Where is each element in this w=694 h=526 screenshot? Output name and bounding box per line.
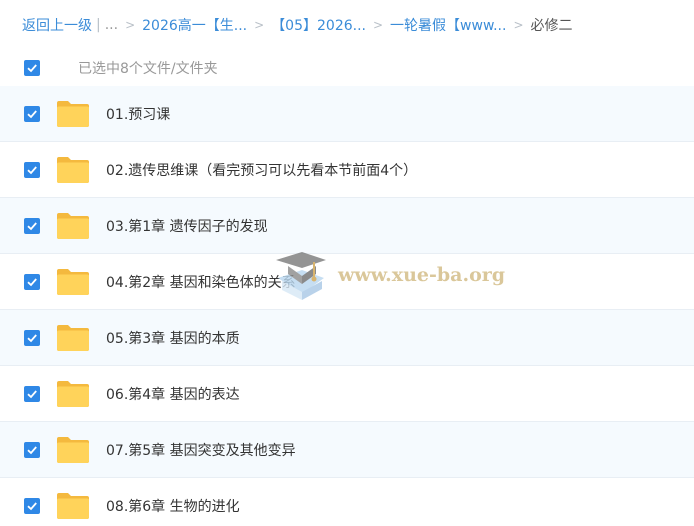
check-icon: [27, 445, 37, 454]
row-checkbox[interactable]: [24, 497, 40, 514]
folder-icon: [56, 379, 90, 409]
list-item[interactable]: 01.预习课: [0, 86, 694, 142]
file-name[interactable]: 07.第5章 基因突变及其他变异: [106, 440, 296, 460]
list-item[interactable]: 03.第1章 遗传因子的发现: [0, 198, 694, 254]
file-list: 01.预习课 02.遗传思维课（看完预习可以先看本节前面4个） 03.第1章 遗…: [0, 86, 694, 526]
row-checkbox[interactable]: [24, 329, 40, 346]
list-item[interactable]: 06.第4章 基因的表达: [0, 366, 694, 422]
breadcrumb-separator: >: [254, 18, 265, 32]
file-name[interactable]: 02.遗传思维课（看完预习可以先看本节前面4个）: [106, 160, 417, 180]
list-item[interactable]: 07.第5章 基因突变及其他变异: [0, 422, 694, 478]
breadcrumb-item-3[interactable]: 一轮暑假【www...: [390, 15, 506, 35]
breadcrumb-current: 必修二: [530, 18, 573, 34]
row-checkbox[interactable]: [24, 441, 40, 458]
breadcrumb-ellipsis[interactable]: ...: [105, 17, 118, 33]
file-name[interactable]: 04.第2章 基因和染色体的关系: [106, 272, 296, 292]
check-icon: [27, 501, 37, 510]
breadcrumb-divider: |: [96, 17, 101, 33]
check-icon: [27, 109, 37, 118]
check-icon: [27, 277, 37, 286]
check-icon: [27, 389, 37, 398]
breadcrumb-separator: >: [372, 18, 384, 32]
file-name[interactable]: 05.第3章 基因的本质: [106, 328, 240, 348]
breadcrumb-item-1[interactable]: 2026高一【生...: [142, 15, 247, 35]
folder-icon: [56, 435, 90, 465]
folder-icon: [56, 267, 90, 297]
selection-bar: 已选中8个文件/文件夹: [0, 52, 694, 84]
folder-icon: [56, 491, 90, 521]
row-checkbox[interactable]: [24, 161, 40, 178]
check-icon: [27, 165, 37, 174]
back-link[interactable]: 返回上一级: [22, 15, 92, 35]
select-all-checkbox[interactable]: [24, 60, 40, 76]
file-name[interactable]: 06.第4章 基因的表达: [106, 384, 240, 404]
breadcrumb-separator: >: [513, 18, 524, 32]
row-checkbox[interactable]: [24, 105, 40, 122]
list-item[interactable]: 08.第6章 生物的进化: [0, 478, 694, 526]
file-name[interactable]: 03.第1章 遗传因子的发现: [106, 216, 268, 236]
list-item[interactable]: 02.遗传思维课（看完预习可以先看本节前面4个）: [0, 142, 694, 198]
list-item[interactable]: 04.第2章 基因和染色体的关系: [0, 254, 694, 310]
file-name[interactable]: 08.第6章 生物的进化: [106, 496, 240, 516]
folder-icon: [56, 211, 90, 241]
breadcrumb-item-2[interactable]: 【05】2026...: [271, 15, 366, 35]
file-browser: 返回上一级 | ... > 2026高一【生... > 【05】2026... …: [0, 0, 694, 526]
breadcrumb-separator: >: [125, 18, 136, 32]
folder-icon: [56, 155, 90, 185]
row-checkbox[interactable]: [24, 273, 40, 290]
selection-count: 已选中8个文件/文件夹: [78, 61, 218, 77]
breadcrumb: 返回上一级 | ... > 2026高一【生... > 【05】2026... …: [22, 14, 573, 36]
folder-icon: [56, 323, 90, 353]
check-icon: [27, 333, 37, 342]
file-name[interactable]: 01.预习课: [106, 104, 170, 124]
check-icon: [27, 64, 37, 73]
list-item[interactable]: 05.第3章 基因的本质: [0, 310, 694, 366]
row-checkbox[interactable]: [24, 217, 40, 234]
row-checkbox[interactable]: [24, 385, 40, 402]
check-icon: [27, 221, 37, 230]
folder-icon: [56, 99, 90, 129]
